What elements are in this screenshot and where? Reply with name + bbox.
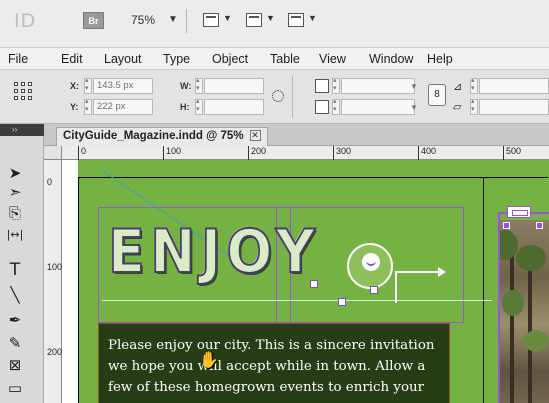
- menu-file[interactable]: File: [8, 52, 28, 66]
- ruler-label: 0: [81, 146, 87, 156]
- scale-y-field[interactable]: [341, 99, 415, 115]
- arrow-head-icon: [438, 267, 446, 277]
- tools-panel-header[interactable]: ››: [0, 124, 44, 136]
- ruler-label: 200: [47, 347, 63, 357]
- bridge-button[interactable]: Br: [83, 12, 104, 29]
- ruler-label: 300: [336, 146, 352, 156]
- rotate-icon[interactable]: ⊿: [453, 80, 462, 93]
- reference-point-icon[interactable]: [14, 82, 32, 100]
- direct-selection-tool-icon[interactable]: ➣: [4, 182, 26, 202]
- w-field[interactable]: [204, 78, 264, 94]
- smiley-badge[interactable]: [347, 243, 393, 289]
- chevron-down-icon[interactable]: ▼: [410, 103, 418, 112]
- divider: [292, 76, 293, 118]
- spread-spine: [483, 177, 484, 403]
- y-field[interactable]: 222 px: [93, 99, 153, 115]
- x-stepper[interactable]: [84, 76, 92, 94]
- w-stepper[interactable]: [195, 76, 203, 94]
- body-line: we hope you will accept while in town. A…: [108, 359, 426, 374]
- headline[interactable]: ENJOY: [107, 216, 320, 288]
- anchor-handle[interactable]: [370, 286, 378, 294]
- h-field[interactable]: [204, 99, 264, 115]
- anchor-handle[interactable]: [338, 298, 346, 306]
- h-label: H:: [180, 102, 190, 112]
- content-grabber-icon[interactable]: [507, 206, 531, 218]
- vertical-ruler[interactable]: 0 100 200: [44, 160, 62, 403]
- rotate-stepper[interactable]: [470, 76, 478, 94]
- ruler-label: 400: [421, 146, 437, 156]
- scale-x-icon[interactable]: [315, 79, 329, 93]
- arrow-line: [395, 271, 397, 303]
- document-canvas[interactable]: ENJOY Please enjoy our city. This is a s…: [62, 160, 549, 403]
- smiley-icon: [362, 253, 380, 271]
- divider: [186, 9, 187, 33]
- ruler-label: 0: [47, 177, 53, 187]
- link-icon[interactable]: 8: [428, 84, 446, 106]
- ruler-origin[interactable]: [44, 146, 62, 160]
- menu-view[interactable]: View: [319, 52, 346, 66]
- body-text[interactable]: Please enjoy our city. This is a sincere…: [108, 335, 448, 398]
- document-tab[interactable]: CityGuide_Magazine.indd @ 75% ✕: [56, 127, 268, 146]
- pasteboard: [62, 160, 78, 403]
- y-stepper[interactable]: [84, 97, 92, 115]
- gap-tool-icon[interactable]: |↔|: [4, 225, 26, 245]
- arrange-documents-icon[interactable]: ▼: [288, 11, 317, 29]
- control-panel: X: 143.5 px Y: 222 px W: H: ▼ ▼ ⊿ ▱: [0, 70, 549, 124]
- document-title: CityGuide_Magazine.indd @ 75%: [63, 130, 244, 142]
- anchor-handle[interactable]: [310, 280, 318, 288]
- selection-tool-icon[interactable]: ➤: [4, 163, 26, 183]
- h-stepper[interactable]: [195, 97, 203, 115]
- scale-x-stepper[interactable]: [332, 76, 340, 94]
- scale-y-stepper[interactable]: [332, 97, 340, 115]
- ruler-label: 100: [166, 146, 182, 156]
- close-icon[interactable]: ✕: [249, 130, 261, 142]
- shear-stepper[interactable]: [470, 97, 478, 115]
- menu-bar: File Edit Layout Type Object Table View …: [0, 48, 549, 70]
- screen-mode-icon[interactable]: ▼: [203, 11, 232, 29]
- body-line: Please enjoy our city. This is a sincere…: [108, 338, 435, 353]
- frame-handle[interactable]: [536, 222, 543, 229]
- zoom-level[interactable]: 75%: [131, 13, 155, 27]
- menu-help[interactable]: Help: [427, 52, 453, 66]
- menu-type[interactable]: Type: [163, 52, 190, 66]
- ruler-label: 100: [47, 262, 63, 272]
- chevron-down-icon[interactable]: ▼: [168, 14, 178, 25]
- scale-y-icon[interactable]: [315, 100, 329, 114]
- indesign-logo: ID: [14, 10, 37, 32]
- x-field[interactable]: 143.5 px: [93, 78, 153, 94]
- view-options-icon[interactable]: ▼: [246, 11, 275, 29]
- frame-handle[interactable]: [503, 222, 510, 229]
- body-line: few of these homegrown events to enrich …: [108, 380, 425, 395]
- scale-x-field[interactable]: [341, 78, 415, 94]
- line-tool-icon[interactable]: ╲: [4, 285, 26, 305]
- pen-tool-icon[interactable]: ✒: [4, 310, 26, 330]
- rectangle-tool-icon[interactable]: ▭: [4, 378, 26, 398]
- x-label: X:: [70, 81, 79, 91]
- hand-cursor-icon: ✋: [199, 350, 219, 369]
- constrain-proportions-icon[interactable]: [272, 90, 284, 102]
- shear-icon[interactable]: ▱: [453, 100, 461, 113]
- menu-layout[interactable]: Layout: [104, 52, 142, 66]
- w-label: W:: [180, 81, 192, 91]
- menu-window[interactable]: Window: [369, 52, 413, 66]
- application-bar: ID Br 75% ▼ ▼ ▼ ▼: [0, 0, 549, 48]
- ruler-label: 500: [506, 146, 522, 156]
- type-tool-icon[interactable]: T: [4, 260, 26, 280]
- menu-table[interactable]: Table: [270, 52, 300, 66]
- rotate-field[interactable]: [479, 78, 549, 94]
- rule-line: [102, 300, 492, 301]
- arrow-line: [395, 271, 440, 273]
- horizontal-ruler[interactable]: 0 100 200 300 400 500: [62, 146, 549, 160]
- ruler-label: 200: [251, 146, 267, 156]
- rectangle-frame-tool-icon[interactable]: ⊠: [4, 355, 26, 375]
- menu-edit[interactable]: Edit: [61, 52, 83, 66]
- menu-object[interactable]: Object: [212, 52, 248, 66]
- pencil-tool-icon[interactable]: ✎: [4, 333, 26, 353]
- page-tool-icon[interactable]: ⎘: [4, 203, 26, 223]
- image-frame[interactable]: [498, 212, 549, 403]
- y-label: Y:: [70, 102, 79, 112]
- shear-field[interactable]: [479, 99, 549, 115]
- chevron-down-icon[interactable]: ▼: [410, 82, 418, 91]
